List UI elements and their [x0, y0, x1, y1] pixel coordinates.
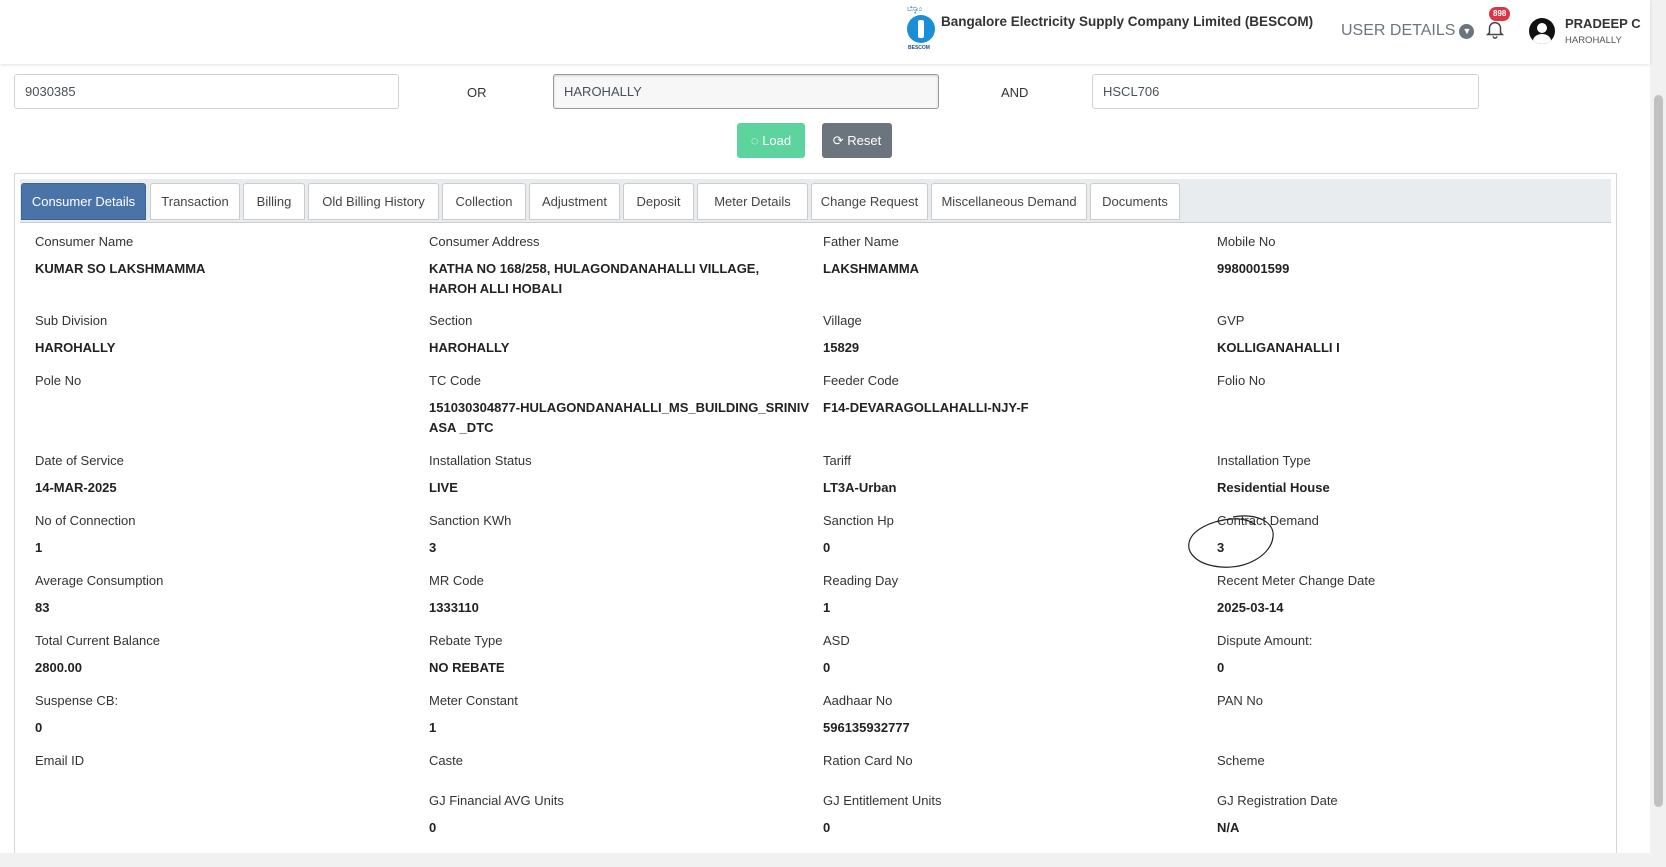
field-aadhaar-no: Aadhaar No 596135932777 [823, 693, 910, 735]
field-asd: ASD 0 [823, 633, 850, 675]
field-sanction-kwh: Sanction KWh 3 [429, 513, 512, 555]
field-meter-constant: Meter Constant 1 [429, 693, 518, 735]
tab-consumer-details[interactable]: Consumer Details [21, 183, 146, 220]
field-folio-no: Folio No [1217, 373, 1266, 388]
tab-transaction[interactable]: Transaction [150, 183, 240, 220]
brand: ಬೆಸ್ಕಾಂ BESCOM Bangalore Electricity Sup… [905, 6, 1314, 51]
vertical-scrollbar[interactable] [1650, 0, 1666, 867]
account-number-input[interactable]: 9030385 [14, 74, 399, 109]
field-installation-type: Installation Type Residential House [1217, 453, 1330, 495]
tab-old-billing-history[interactable]: Old Billing History [308, 183, 439, 220]
field-gvp: GVP KOLLIGANAHALLI I [1217, 313, 1340, 355]
field-rebate-type: Rebate Type NO REBATE [429, 633, 505, 675]
field-consumer-name: Consumer Name KUMAR SO LAKSHMAMMA [35, 234, 206, 276]
code-input[interactable]: HSCL706 [1092, 74, 1479, 109]
user-details-dropdown[interactable]: USER DETAILS ▼ [1341, 22, 1475, 40]
field-suspense-cb: Suspense CB: 0 [35, 693, 119, 735]
load-button[interactable]: ◌ Load [737, 123, 805, 158]
field-village: Village 15829 [823, 313, 862, 355]
field-date-of-service: Date of Service 14-MAR-2025 [35, 453, 124, 495]
bescom-logo: ಬೆಸ್ಕಾಂ BESCOM [905, 6, 937, 51]
field-email-id: Email ID [35, 753, 85, 768]
field-tc-code: TC Code 151030304877-HULAGONDANAHALLI_MS_… [429, 373, 809, 435]
tab-meter-details[interactable]: Meter Details [697, 183, 808, 220]
field-father-name: Father Name LAKSHMAMMA [823, 234, 920, 276]
tab-miscellaneous-demand[interactable]: Miscellaneous Demand [931, 183, 1087, 220]
field-gj-registration-date: GJ Registration Date N/A [1217, 793, 1338, 835]
tab-deposit[interactable]: Deposit [623, 183, 694, 220]
reset-label: Reset [847, 133, 882, 148]
field-feeder-code: Feeder Code F14-DEVARAGOLLAHALLI-NJY-F [823, 373, 1029, 415]
field-gj-entitlement-units: GJ Entitlement Units 0 [823, 793, 942, 835]
user-avatar-icon[interactable] [1529, 18, 1555, 44]
spinner-icon: ◌ [750, 133, 763, 148]
field-ration-card-no: Ration Card No [823, 753, 913, 768]
notification-badge: 898 [1489, 7, 1511, 21]
field-mobile-no: Mobile No 9980001599 [1217, 234, 1290, 276]
field-dispute-amount: Dispute Amount: 0 [1217, 633, 1313, 675]
and-label: AND [1001, 85, 1029, 100]
field-sub-division: Sub Division HAROHALLY [35, 313, 116, 355]
hand-drawn-circle [1188, 515, 1274, 568]
field-average-consumption: Average Consumption 83 [35, 573, 164, 615]
horizontal-scrollbar[interactable] [0, 853, 1650, 867]
tab-documents[interactable]: Documents [1090, 183, 1180, 220]
field-recent-meter-change-date: Recent Meter Change Date 2025-03-14 [1217, 573, 1376, 615]
logo-disc-icon [907, 15, 935, 43]
field-pole-no: Pole No [35, 373, 82, 388]
tab-adjustment[interactable]: Adjustment [529, 183, 620, 220]
field-tariff: Tariff LT3A-Urban [823, 453, 897, 495]
field-section: Section HAROHALLY [429, 313, 510, 355]
field-mr-code: MR Code 1333110 [429, 573, 484, 615]
tab-change-request[interactable]: Change Request [811, 183, 928, 220]
field-pan-no: PAN No [1217, 693, 1263, 708]
tab-billing[interactable]: Billing [243, 183, 305, 220]
field-no-of-connection: No of Connection 1 [35, 513, 136, 555]
field-scheme: Scheme [1217, 753, 1265, 768]
load-label: Load [762, 133, 792, 148]
user-location: HAROHALLY [1565, 35, 1622, 46]
logo-top-text: ಬೆಸ್ಕಾಂ [907, 6, 923, 13]
field-reading-day: Reading Day 1 [823, 573, 899, 615]
top-header: ಬೆಸ್ಕಾಂ BESCOM Bangalore Electricity Sup… [0, 0, 1650, 64]
refresh-icon: ⟳ [832, 133, 848, 148]
field-gj-financial-avg-units: GJ Financial AVG Units 0 [429, 793, 564, 835]
user-name: PRADEEP C [1565, 16, 1641, 31]
field-total-current-balance: Total Current Balance 2800.00 [35, 633, 161, 675]
field-caste: Caste [429, 753, 463, 768]
company-name: Bangalore Electricity Supply Company Lim… [941, 14, 1314, 29]
bell-icon[interactable] [1484, 18, 1508, 44]
field-installation-status: Installation Status LIVE [429, 453, 532, 495]
tab-collection[interactable]: Collection [442, 183, 526, 220]
field-consumer-address: Consumer Address KATHA NO 168/258, HULAGO… [429, 234, 760, 296]
field-sanction-hp: Sanction Hp 0 [823, 513, 894, 555]
logo-bottom-text: BESCOM [908, 45, 930, 51]
scrollbar-thumb[interactable] [1654, 95, 1663, 807]
or-label: OR [467, 85, 487, 100]
user-details-label: USER DETAILS [1341, 22, 1456, 39]
location-input[interactable]: HAROHALLY [553, 74, 939, 109]
tab-bar: Consumer Details Transaction Billing Old… [20, 179, 1611, 223]
reset-button[interactable]: ⟳ Reset [822, 123, 892, 158]
chevron-down-icon: ▼ [1459, 23, 1475, 39]
